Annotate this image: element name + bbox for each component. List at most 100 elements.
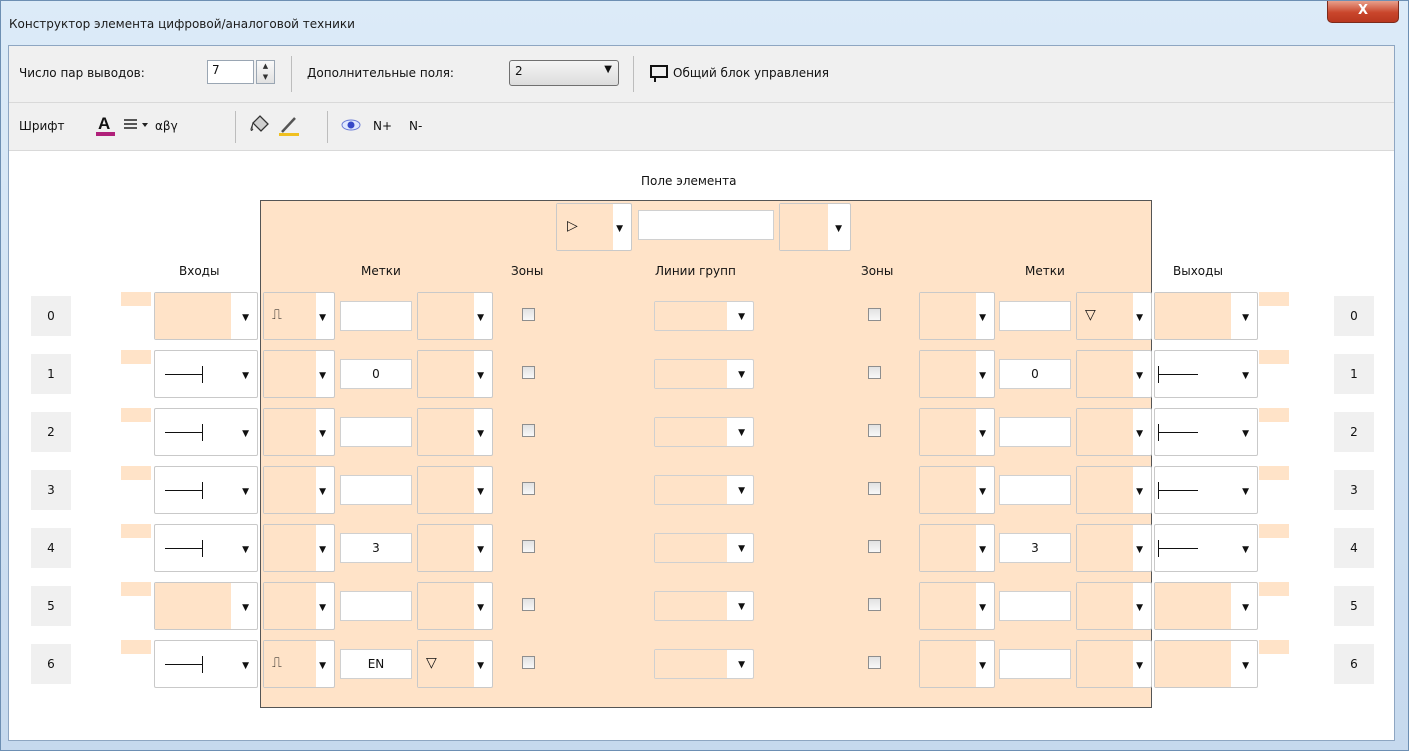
input-pin-select[interactable]: ▼ — [154, 350, 258, 398]
left-label-input[interactable] — [340, 301, 412, 331]
right-label-input[interactable]: 0 — [999, 359, 1071, 389]
output-pin-select[interactable]: ▼ — [1154, 466, 1258, 514]
font-color-icon[interactable]: A — [95, 112, 117, 138]
input-pin-select[interactable]: ▼ — [154, 640, 258, 688]
zone-left-checkbox[interactable] — [522, 482, 535, 495]
left-symbol-select[interactable]: ▼ — [263, 466, 335, 514]
left-symbol-select[interactable]: ▼ — [263, 408, 335, 456]
eye-icon[interactable] — [341, 117, 361, 133]
right-label-input[interactable] — [999, 475, 1071, 505]
output-pin-select[interactable]: ▼ — [1154, 524, 1258, 572]
right-modifier-select[interactable]: ▼ — [1076, 640, 1152, 688]
right-symbol-select[interactable]: ▼ — [919, 292, 995, 340]
right-label-input[interactable] — [999, 301, 1071, 331]
common-block-label[interactable]: Общий блок управления — [673, 66, 829, 80]
right-label-input[interactable] — [999, 591, 1071, 621]
right-symbol-select[interactable]: ▼ — [919, 582, 995, 630]
greek-button[interactable]: αβγ — [155, 119, 178, 133]
chevron-down-icon: ▼ — [1136, 429, 1143, 439]
align-icon[interactable] — [123, 117, 151, 133]
left-modifier-select[interactable]: ▼ — [417, 292, 493, 340]
pairs-spin-input[interactable]: 7 — [207, 60, 254, 84]
input-pin-select[interactable]: ▼ — [154, 582, 258, 630]
element-extra-select[interactable]: ▼ — [779, 203, 851, 251]
left-symbol-select[interactable]: ⎍ ▼ — [263, 640, 335, 688]
input-pin-select[interactable]: ▼ — [154, 524, 258, 572]
close-button[interactable]: X — [1327, 1, 1399, 23]
element-type-select[interactable]: ▷ ▼ — [556, 203, 632, 251]
line-color-icon[interactable] — [277, 113, 301, 137]
n-minus-button[interactable]: N- — [409, 119, 422, 133]
zone-right-checkbox[interactable] — [868, 424, 881, 437]
input-tab — [121, 466, 151, 480]
group-line-select[interactable]: ▼ — [654, 649, 754, 679]
zone-left-checkbox[interactable] — [522, 656, 535, 669]
zone-right-checkbox[interactable] — [868, 656, 881, 669]
select-fill — [655, 592, 727, 620]
group-line-select[interactable]: ▼ — [654, 301, 754, 331]
left-label-input[interactable]: 3 — [340, 533, 412, 563]
left-label-input[interactable]: 0 — [340, 359, 412, 389]
input-pin-select[interactable]: ▼ — [154, 466, 258, 514]
right-modifier-select[interactable]: ▽ ▼ — [1076, 292, 1152, 340]
common-block-icon[interactable] — [649, 64, 669, 84]
left-label-input[interactable] — [340, 591, 412, 621]
left-symbol-select[interactable]: ▼ — [263, 350, 335, 398]
left-symbol-select[interactable]: ▼ — [263, 524, 335, 572]
left-label-input[interactable] — [340, 417, 412, 447]
zone-right-checkbox[interactable] — [868, 540, 881, 553]
left-symbol-select[interactable]: ⎍ ▼ — [263, 292, 335, 340]
zone-right-checkbox[interactable] — [868, 482, 881, 495]
right-symbol-select[interactable]: ▼ — [919, 640, 995, 688]
zone-left-checkbox[interactable] — [522, 598, 535, 611]
right-symbol-select[interactable]: ▼ — [919, 466, 995, 514]
right-symbol-select[interactable]: ▼ — [919, 350, 995, 398]
left-modifier-select[interactable]: ▼ — [417, 524, 493, 572]
left-modifier-select[interactable]: ▼ — [417, 582, 493, 630]
fill-bucket-icon[interactable] — [247, 113, 271, 137]
left-label-input[interactable] — [340, 475, 412, 505]
pin-bar-icon — [202, 366, 203, 383]
left-symbol-select[interactable]: ▼ — [263, 582, 335, 630]
input-pin-select[interactable]: ▼ — [154, 408, 258, 456]
n-plus-button[interactable]: N+ — [373, 119, 392, 133]
right-symbol-select[interactable]: ▼ — [919, 408, 995, 456]
group-line-select[interactable]: ▼ — [654, 591, 754, 621]
right-modifier-select[interactable]: ▼ — [1076, 408, 1152, 456]
right-modifier-select[interactable]: ▼ — [1076, 350, 1152, 398]
group-line-select[interactable]: ▼ — [654, 475, 754, 505]
font-button[interactable]: Шрифт — [19, 119, 65, 133]
right-label-input[interactable] — [999, 649, 1071, 679]
zone-right-checkbox[interactable] — [868, 366, 881, 379]
left-modifier-select[interactable]: ▽ ▼ — [417, 640, 493, 688]
left-modifier-select[interactable]: ▼ — [417, 408, 493, 456]
output-pin-select[interactable]: ▼ — [1154, 408, 1258, 456]
output-pin-select[interactable]: ▼ — [1154, 350, 1258, 398]
pairs-spin-buttons[interactable]: ▲ ▼ — [256, 60, 275, 84]
left-modifier-select[interactable]: ▼ — [417, 350, 493, 398]
right-label-input[interactable] — [999, 417, 1071, 447]
zone-right-checkbox[interactable] — [868, 598, 881, 611]
left-label-input[interactable]: EN — [340, 649, 412, 679]
zone-left-checkbox[interactable] — [522, 540, 535, 553]
output-pin-select[interactable]: ▼ — [1154, 582, 1258, 630]
element-name-input[interactable] — [638, 210, 774, 240]
output-pin-select[interactable]: ▼ — [1154, 640, 1258, 688]
right-modifier-select[interactable]: ▼ — [1076, 524, 1152, 572]
right-symbol-select[interactable]: ▼ — [919, 524, 995, 572]
zone-right-checkbox[interactable] — [868, 308, 881, 321]
group-line-select[interactable]: ▼ — [654, 417, 754, 447]
right-modifier-select[interactable]: ▼ — [1076, 466, 1152, 514]
extra-fields-select[interactable]: 2 ▼ — [509, 60, 619, 86]
input-tab — [121, 582, 151, 596]
zone-left-checkbox[interactable] — [522, 366, 535, 379]
left-modifier-select[interactable]: ▼ — [417, 466, 493, 514]
group-line-select[interactable]: ▼ — [654, 533, 754, 563]
right-modifier-select[interactable]: ▼ — [1076, 582, 1152, 630]
group-line-select[interactable]: ▼ — [654, 359, 754, 389]
output-pin-select[interactable]: ▼ — [1154, 292, 1258, 340]
right-label-input[interactable]: 3 — [999, 533, 1071, 563]
zone-left-checkbox[interactable] — [522, 308, 535, 321]
input-pin-select[interactable]: ▼ — [154, 292, 258, 340]
zone-left-checkbox[interactable] — [522, 424, 535, 437]
